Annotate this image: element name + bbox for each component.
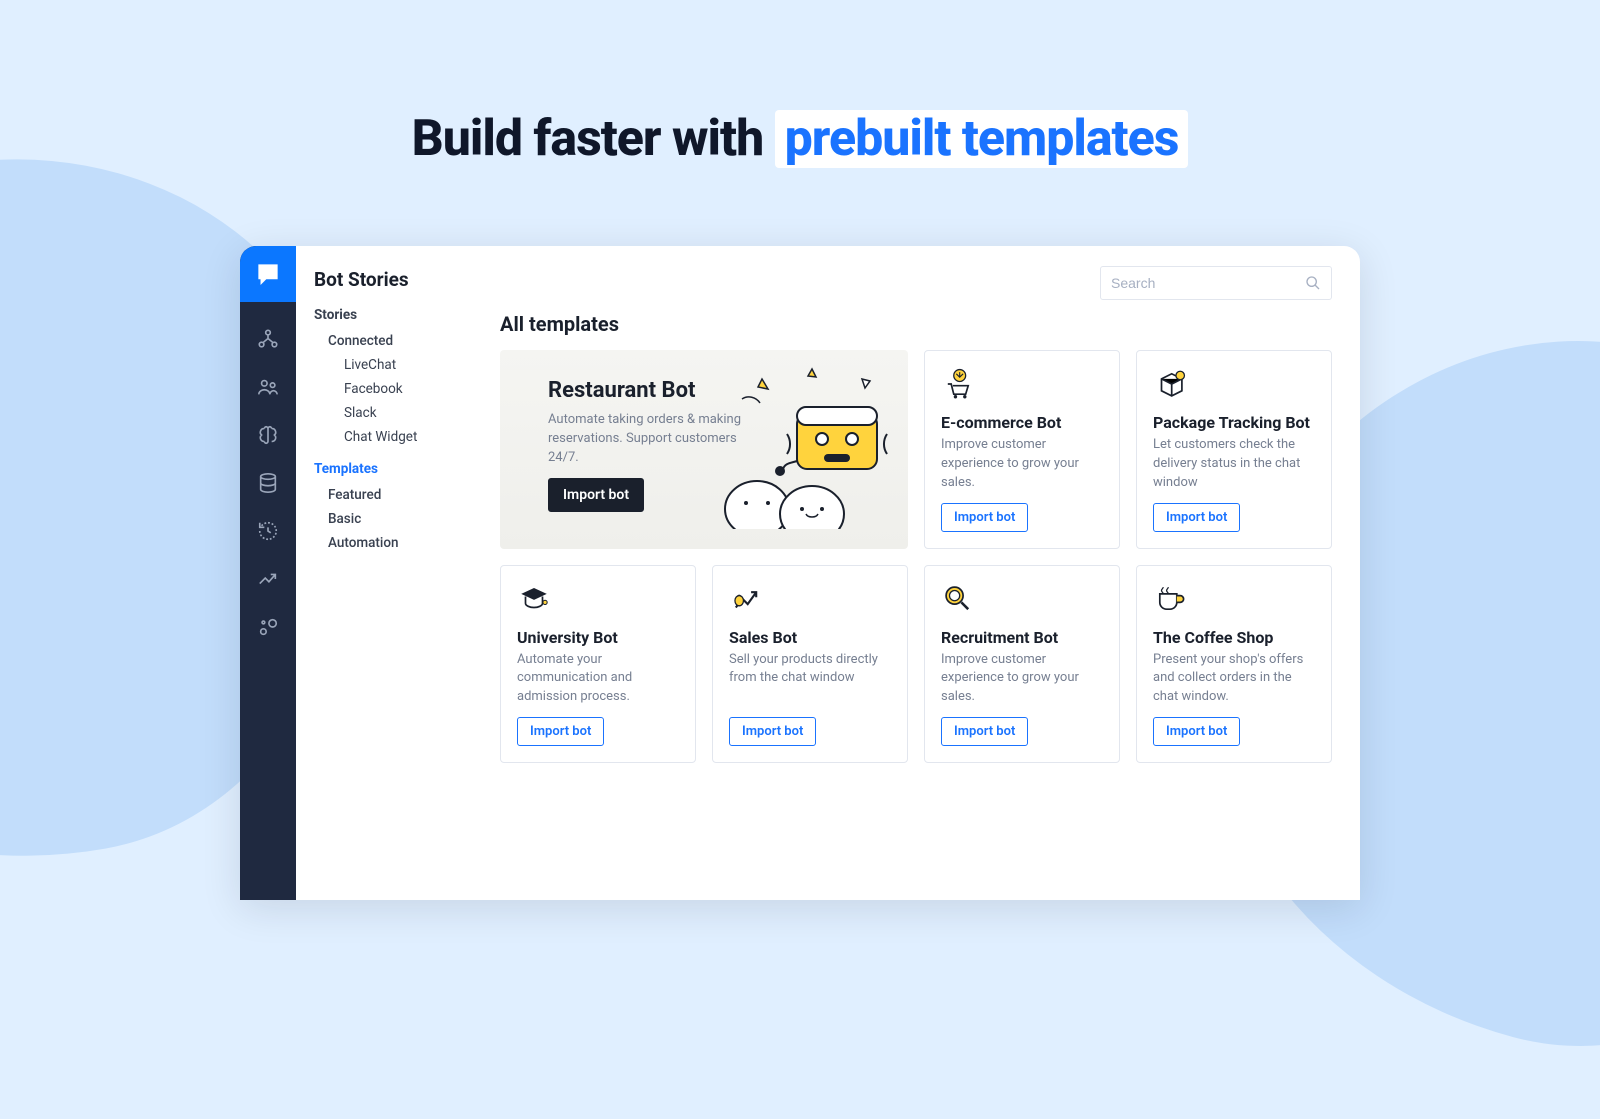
import-button[interactable]: Import bot [941,503,1028,532]
sidebar-tree: Stories Connected LiveChat Facebook Slac… [314,307,458,555]
card-ecommerce[interactable]: E-commerce Bot Improve customer experien… [924,350,1120,549]
graduation-icon [517,582,679,620]
history-icon[interactable] [257,520,279,542]
hero-heading: Build faster with prebuilt templates [0,110,1600,168]
section-title: All templates [500,312,1332,336]
hero-prefix: Build faster with [412,110,775,168]
featured-import-button[interactable]: Import bot [548,478,644,512]
card-university[interactable]: University Bot Automate your communicati… [500,565,696,764]
tree-item-livechat[interactable]: LiveChat [314,353,458,377]
featured-illustration [748,378,908,521]
sales-icon [729,582,891,620]
tree-group-templates[interactable]: Templates [314,461,458,477]
search-input[interactable] [1111,275,1305,291]
topbar [500,266,1332,300]
main-content: All templates Restaurant Bot Automate ta… [476,246,1360,900]
flow-icon[interactable] [257,328,279,350]
coffee-icon [1153,582,1315,620]
brain-icon[interactable] [257,424,279,446]
nav-icons [257,302,279,638]
box-icon [1153,367,1315,405]
nav-rail [240,246,296,900]
tree-item-basic[interactable]: Basic [314,507,458,531]
hero-highlight: prebuilt templates [775,110,1189,168]
search-box[interactable] [1100,266,1332,300]
card-title: Sales Bot [729,628,891,647]
card-desc: Let customers check the delivery status … [1153,436,1315,493]
card-desc: Automate your communication and admissio… [517,651,679,708]
chat-icon [255,261,281,287]
tree-item-chat-widget[interactable]: Chat Widget [314,425,458,449]
tree-item-connected[interactable]: Connected [314,329,458,353]
card-desc: Sell your products directly from the cha… [729,651,891,689]
users-icon[interactable] [257,376,279,398]
tree-item-facebook[interactable]: Facebook [314,377,458,401]
tree-item-slack[interactable]: Slack [314,401,458,425]
cart-icon [941,367,1103,405]
bubbles-icon[interactable] [257,616,279,638]
search-icon [1305,275,1321,291]
import-button[interactable]: Import bot [1153,717,1240,746]
featured-card[interactable]: Restaurant Bot Automate taking orders & … [500,350,908,549]
import-button[interactable]: Import bot [729,717,816,746]
card-sales[interactable]: Sales Bot Sell your products directly fr… [712,565,908,764]
tree-item-featured[interactable]: Featured [314,483,458,507]
import-button[interactable]: Import bot [517,717,604,746]
trend-icon[interactable] [257,568,279,590]
card-title: University Bot [517,628,679,647]
app-logo[interactable] [240,246,296,302]
card-title: Recruitment Bot [941,628,1103,647]
card-coffee[interactable]: The Coffee Shop Present your shop's offe… [1136,565,1332,764]
card-package[interactable]: Package Tracking Bot Let customers check… [1136,350,1332,549]
page-title: Bot Stories [314,268,458,291]
card-recruitment[interactable]: Recruitment Bot Improve customer experie… [924,565,1120,764]
import-button[interactable]: Import bot [941,717,1028,746]
magnify-icon [941,582,1103,620]
robot-icon [702,359,902,529]
card-title: The Coffee Shop [1153,628,1315,647]
templates-grid: Restaurant Bot Automate taking orders & … [500,350,1332,763]
card-desc: Improve customer experience to grow your… [941,436,1103,493]
import-button[interactable]: Import bot [1153,503,1240,532]
app-window: Bot Stories Stories Connected LiveChat F… [240,246,1360,900]
card-desc: Improve customer experience to grow your… [941,651,1103,708]
card-desc: Present your shop's offers and collect o… [1153,651,1315,708]
database-icon[interactable] [257,472,279,494]
tree-group-stories[interactable]: Stories [314,307,458,323]
tree-item-automation[interactable]: Automation [314,531,458,555]
sidebar: Bot Stories Stories Connected LiveChat F… [296,246,476,900]
card-title: E-commerce Bot [941,413,1103,432]
card-title: Package Tracking Bot [1153,413,1315,432]
